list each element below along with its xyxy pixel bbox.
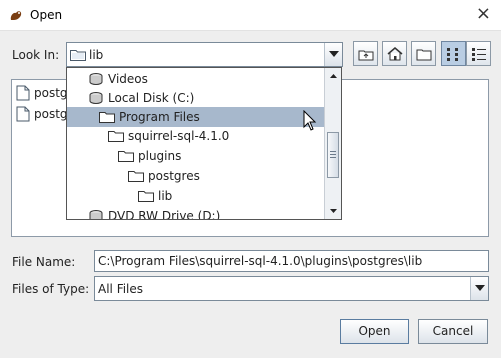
look-in-value: lib [89,48,104,62]
up-one-level-button[interactable] [353,41,378,66]
home-icon [387,47,403,61]
folder-icon [99,112,115,123]
dropdown-item-postgres[interactable]: postgres [67,166,325,186]
files-of-type-combo[interactable]: All Files [94,276,489,301]
folder-icon [108,131,124,142]
chevron-down-icon[interactable] [324,43,342,66]
file-name: postg [34,86,68,100]
scroll-up-icon[interactable] [327,70,340,83]
dropdown-scrollbar[interactable] [324,68,341,219]
file-name-value: C:\Program Files\squirrel-sql-4.1.0\plug… [98,254,423,268]
scroll-down-icon[interactable] [327,204,340,217]
details-view-button[interactable] [466,41,491,66]
dropdown-item-dvd-drive[interactable]: DVD RW Drive (D:) [67,206,325,219]
up-one-level-icon [358,50,374,61]
chevron-down-icon[interactable] [470,277,488,300]
dropdown-item-squirrel[interactable]: squirrel-sql-4.1.0 [67,126,325,146]
home-button[interactable] [382,41,407,66]
squirrel-icon [10,11,22,20]
list-view-icon [447,48,458,61]
hard-disk-icon [89,92,103,104]
file-name-field[interactable]: C:\Program Files\squirrel-sql-4.1.0\plug… [94,250,489,272]
look-in-combo[interactable]: lib [66,42,343,67]
dropdown-item-lib[interactable]: lib [67,186,325,206]
open-button[interactable]: Open [340,319,409,344]
file-icon [16,85,30,101]
folder-icon [128,171,144,182]
dropdown-item-local-disk[interactable]: Local Disk (C:) [67,88,325,108]
dropdown-item-plugins[interactable]: plugins [67,146,325,166]
scrollbar-thumb[interactable] [327,132,339,178]
files-of-type-value: All Files [98,282,144,296]
look-in-dropdown[interactable]: Videos Local Disk (C:) Program Files squ… [66,67,342,220]
file-name-label: File Name: [12,255,76,269]
folder-icon [70,50,86,61]
details-view-icon [472,48,486,61]
new-folder-icon [416,49,432,61]
cancel-button[interactable]: Cancel [418,319,488,344]
video-drive-icon [89,73,103,85]
folder-icon [138,191,154,202]
title-bar: Open × [0,0,501,30]
list-view-button[interactable] [441,41,466,66]
mouse-cursor-icon [303,110,317,131]
dropdown-item-program-files[interactable]: Program Files [67,107,325,127]
new-folder-button[interactable] [411,41,436,66]
files-of-type-label: Files of Type: [12,282,90,296]
dvd-drive-icon [89,210,103,219]
file-icon [16,106,30,122]
close-icon[interactable]: × [476,4,491,24]
dropdown-item-videos[interactable]: Videos [67,69,325,89]
folder-icon [118,151,134,162]
look-in-label: Look In: [12,48,60,62]
window-title: Open [30,8,63,22]
file-name: postg [34,107,68,121]
